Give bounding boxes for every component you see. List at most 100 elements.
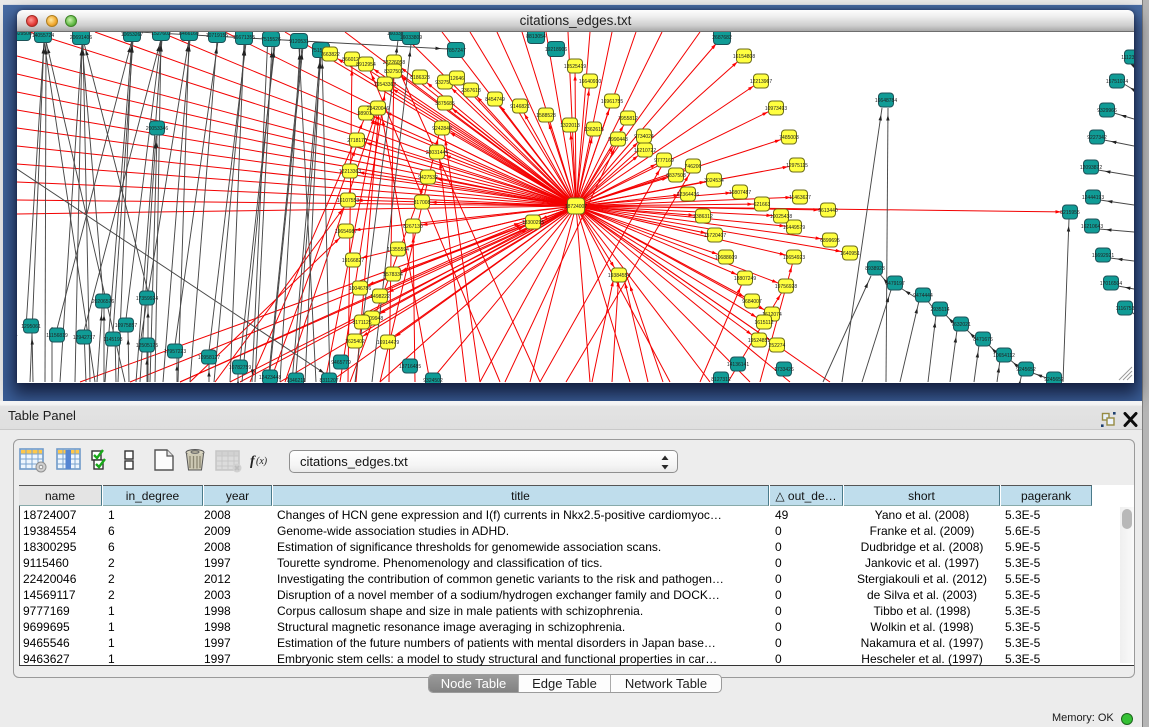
svg-text:1733426: 1733426	[774, 367, 794, 373]
svg-text:19384554: 19384554	[608, 273, 630, 279]
svg-text:746206: 746206	[685, 164, 702, 170]
svg-text:9242848: 9242848	[432, 126, 452, 132]
svg-text:16154808: 16154808	[733, 54, 755, 60]
svg-text:8186323: 8186323	[410, 75, 430, 81]
svg-text:16543362: 16543362	[374, 82, 396, 88]
svg-text:15751074: 15751074	[1106, 79, 1128, 85]
svg-text:16648784: 16648784	[875, 98, 897, 104]
svg-text:12423448: 12423448	[259, 375, 281, 381]
svg-text:9465779: 9465779	[331, 360, 351, 366]
svg-text:7625402: 7625402	[345, 339, 365, 345]
svg-text:8938923: 8938923	[865, 266, 885, 272]
svg-text:17016504: 17016504	[1100, 281, 1122, 287]
svg-text:7632021: 7632021	[951, 322, 971, 328]
svg-text:9990443: 9990443	[608, 137, 628, 143]
svg-text:1116753: 1116753	[1116, 306, 1134, 312]
svg-text:10654112: 10654112	[993, 353, 1015, 359]
svg-text:8127312: 8127312	[711, 377, 731, 383]
svg-text:18807249: 18807249	[734, 276, 756, 282]
svg-text:16449579: 16449579	[783, 225, 805, 231]
svg-text:8471676: 8471676	[973, 337, 993, 343]
svg-text:12975115: 12975115	[786, 163, 808, 169]
svg-text:20206576: 20206576	[92, 299, 114, 305]
svg-text:17359924: 17359924	[136, 296, 158, 302]
svg-text:9684007: 9684007	[742, 299, 762, 305]
svg-text:8454749: 8454749	[485, 97, 505, 103]
svg-text:3171125: 3171125	[352, 320, 371, 326]
svg-text:12213363: 12213363	[339, 169, 361, 175]
svg-text:1588528: 1588528	[536, 113, 556, 119]
svg-text:1145193: 1145193	[103, 337, 122, 343]
svg-text:10807487: 10807487	[729, 190, 751, 196]
svg-text:16671355: 16671355	[233, 35, 255, 41]
svg-text:10653267: 10653267	[121, 32, 143, 38]
svg-text:1322013: 1322013	[560, 123, 580, 129]
svg-text:16210643: 16210643	[1081, 224, 1103, 230]
svg-text:12942737: 12942737	[73, 335, 95, 341]
svg-text:9346211: 9346211	[286, 378, 305, 383]
svg-text:19166827: 19166827	[342, 258, 364, 264]
svg-text:12444193: 12444193	[1082, 195, 1104, 201]
svg-text:(x): (x)	[256, 456, 268, 467]
svg-text:9245652: 9245652	[1044, 377, 1064, 383]
svg-text:8912954: 8912954	[356, 62, 376, 68]
svg-text:2367618: 2367618	[461, 88, 481, 94]
svg-text:23420046: 23420046	[367, 106, 389, 112]
svg-text:20691406: 20691406	[70, 35, 92, 41]
svg-text:10046786: 10046786	[349, 286, 371, 292]
svg-text:1640951: 1640951	[840, 251, 860, 257]
svg-text:16914479: 16914479	[377, 340, 399, 346]
svg-text:9734024: 9734024	[634, 134, 654, 140]
svg-text:12505175: 12505175	[136, 343, 158, 349]
svg-text:3875685: 3875685	[435, 101, 455, 107]
svg-text:14136141: 14136141	[727, 362, 749, 368]
svg-text:2935114: 2935114	[930, 307, 949, 313]
svg-text:19218906: 19218906	[545, 47, 567, 53]
svg-text:10782759: 10782759	[229, 365, 251, 371]
svg-text:9324502: 9324502	[423, 378, 443, 383]
svg-text:11355594: 11355594	[387, 247, 409, 253]
svg-text:13716485: 13716485	[399, 364, 421, 370]
svg-text:252274: 252274	[769, 343, 786, 349]
svg-text:10719155: 10719155	[206, 33, 228, 39]
svg-text:13654923: 13654923	[783, 255, 805, 261]
svg-text:16107553: 16107553	[337, 198, 359, 204]
svg-text:10688609: 10688609	[715, 255, 737, 261]
svg-text:6466160: 6466160	[179, 32, 199, 37]
svg-text:9474444: 9474444	[913, 293, 933, 299]
svg-text:2687682: 2687682	[712, 35, 732, 41]
svg-text:20053346: 20053346	[146, 126, 168, 132]
svg-text:9427532: 9427532	[418, 175, 438, 181]
svg-text:8813054: 8813054	[526, 34, 546, 40]
svg-text:8327502: 8327502	[384, 69, 404, 75]
svg-text:18724007: 18724007	[565, 204, 587, 210]
svg-text:16210722: 16210722	[634, 148, 656, 154]
svg-text:1527602: 1527602	[151, 32, 171, 37]
svg-text:9120531: 9120531	[289, 39, 309, 45]
svg-text:9227342: 9227342	[1087, 135, 1107, 141]
svg-text:3024534: 3024534	[704, 178, 724, 184]
svg-text:9245652: 9245652	[1016, 367, 1036, 373]
svg-text:17957223: 17957223	[164, 349, 186, 355]
svg-text:16640910: 16640910	[579, 79, 601, 85]
svg-text:12093872: 12093872	[1080, 165, 1102, 171]
svg-text:10973493: 10973493	[765, 106, 787, 112]
svg-text:6479197: 6479197	[885, 281, 905, 287]
svg-text:12213967: 12213967	[750, 79, 772, 85]
svg-text:6899695: 6899695	[820, 238, 840, 244]
svg-text:1615112: 1615112	[754, 320, 773, 326]
svg-text:2718170: 2718170	[347, 138, 367, 144]
svg-text:15720407: 15720407	[704, 233, 726, 239]
svg-text:1362615: 1362615	[584, 127, 604, 133]
svg-text:14055724: 14055724	[32, 33, 54, 39]
svg-text:7663822: 7663822	[320, 52, 340, 58]
svg-text:10025438: 10025438	[770, 214, 792, 220]
svg-text:8215955: 8215955	[1060, 210, 1080, 216]
svg-text:12646: 12646	[450, 76, 464, 82]
svg-text:15692921: 15692921	[1092, 253, 1114, 259]
svg-text:22364436: 22364436	[677, 192, 699, 198]
svg-text:23031444: 23031444	[426, 150, 448, 156]
svg-text:11463627: 11463627	[789, 195, 811, 201]
svg-text:9613440: 9613440	[818, 208, 838, 214]
svg-text:11156819: 11156819	[46, 333, 68, 339]
